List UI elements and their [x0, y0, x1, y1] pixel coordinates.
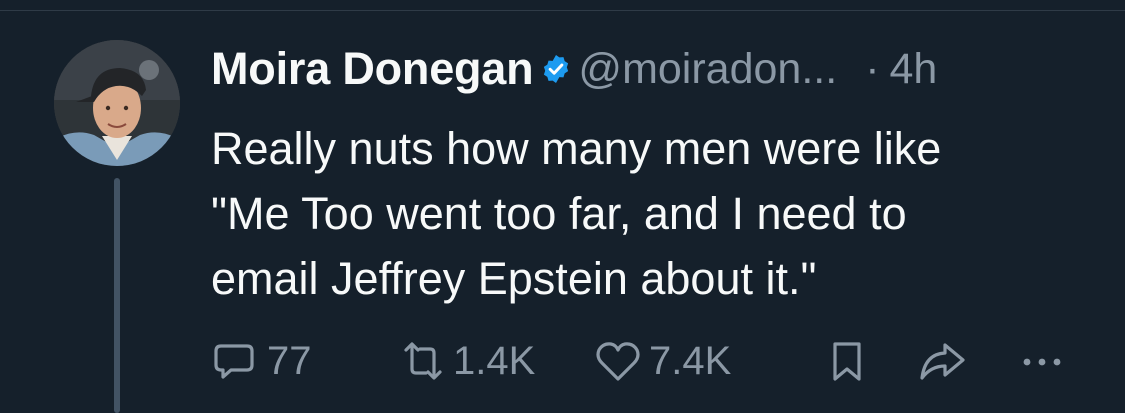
tweet-actions: 77 1.4K 7.4K: [211, 336, 1091, 386]
reply-button[interactable]: 77: [211, 336, 312, 386]
top-divider: [0, 10, 1125, 11]
like-button[interactable]: 7.4K: [593, 336, 731, 386]
share-button[interactable]: [917, 336, 969, 386]
author-handle[interactable]: @moiradon...: [578, 45, 837, 94]
tweet-text: Really nuts how many men were like "Me T…: [211, 123, 942, 304]
retweet-icon: [404, 342, 442, 380]
thread-line: [114, 178, 120, 413]
verified-icon: [544, 55, 569, 83]
retweet-button[interactable]: 1.4K: [399, 336, 535, 386]
more-button[interactable]: [1017, 336, 1067, 386]
retweet-count: 1.4K: [453, 338, 536, 383]
like-icon: [596, 342, 640, 381]
avatar-image: [54, 40, 180, 166]
reply-count: 77: [267, 338, 312, 383]
bookmark-icon: [833, 342, 861, 381]
avatar[interactable]: [54, 40, 180, 166]
bookmark-button[interactable]: [827, 336, 867, 386]
more-icon: [1023, 358, 1061, 366]
tweet-header: Moira Donegan @moiradon... · 4h: [211, 38, 937, 100]
reply-icon: [214, 344, 254, 379]
like-count: 7.4K: [649, 338, 732, 383]
share-icon: [920, 343, 965, 380]
tweet-timestamp[interactable]: 4h: [890, 45, 938, 94]
separator-dot: ·: [865, 44, 880, 93]
author-name[interactable]: Moira Donegan: [211, 43, 534, 95]
